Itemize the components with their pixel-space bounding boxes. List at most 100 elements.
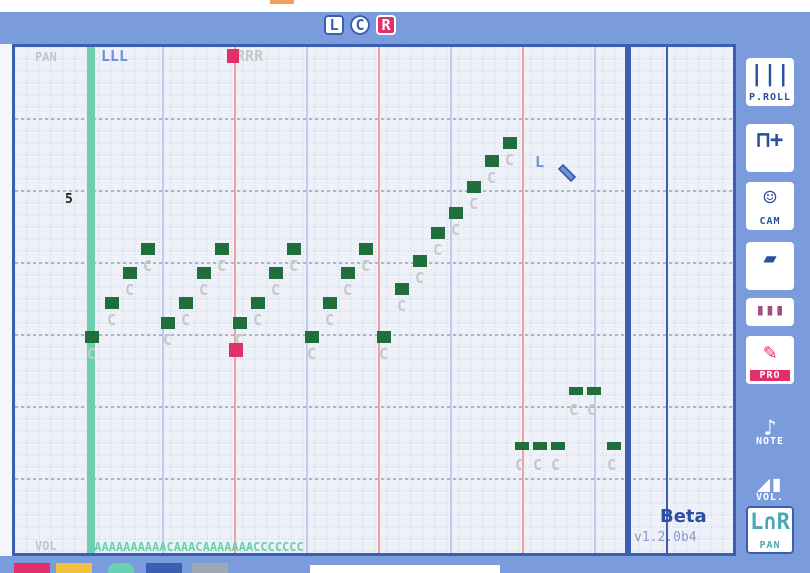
pan-grid-canvas[interactable]: PAN LLL RRRR5VOL CAAAAAAAAAACAAACAAAAAAACCC… bbox=[15, 47, 733, 553]
tool-pro-label: PRO bbox=[750, 370, 790, 381]
note-block bbox=[215, 243, 229, 255]
note-block-low bbox=[569, 387, 583, 395]
note-block bbox=[413, 255, 427, 267]
note-pan-label: C bbox=[143, 257, 152, 275]
note-block bbox=[449, 207, 463, 219]
note-pan-label: C bbox=[433, 241, 442, 259]
pan-icon: L∩R bbox=[750, 510, 790, 535]
note-block bbox=[377, 331, 391, 343]
note-pan-label: C bbox=[343, 281, 352, 299]
note-block bbox=[287, 243, 301, 255]
note-pan-label: C bbox=[397, 297, 406, 315]
top-strip-marker bbox=[270, 0, 294, 4]
note-pan-label: C bbox=[487, 169, 496, 187]
note-pan-label: C bbox=[271, 281, 280, 299]
tool-pan-button[interactable]: L∩R PAN bbox=[746, 506, 794, 554]
note-pan-label: C bbox=[469, 195, 478, 213]
note-pan-label: C bbox=[515, 456, 524, 474]
mode-left-button[interactable]: L bbox=[324, 15, 344, 35]
note-block bbox=[431, 227, 445, 239]
note-block bbox=[485, 155, 499, 167]
note-block bbox=[179, 297, 193, 309]
tool-piano-roll-button[interactable]: ||| P.ROLL bbox=[746, 58, 794, 106]
note-pan-label: C bbox=[607, 456, 616, 474]
note-block bbox=[359, 243, 373, 255]
bottom-tab-blue[interactable] bbox=[146, 563, 182, 573]
palette-icon: ▮▮▮ bbox=[755, 300, 785, 319]
bottom-tab-gray[interactable] bbox=[192, 563, 228, 573]
loop-end-marker bbox=[625, 47, 631, 553]
mode-right-button[interactable]: R bbox=[376, 15, 396, 35]
note-block bbox=[197, 267, 211, 279]
mode-center-button[interactable]: C bbox=[350, 15, 370, 35]
pan-mode-selector: L C R bbox=[324, 15, 396, 35]
note-pan-label: C bbox=[325, 311, 334, 329]
note-block bbox=[105, 297, 119, 309]
note-block bbox=[503, 137, 517, 149]
top-lane-r-marker bbox=[227, 49, 239, 63]
tool-note-label: NOTE bbox=[755, 436, 785, 447]
note-block bbox=[251, 297, 265, 309]
tool-note-add-button[interactable]: ⊓+ bbox=[746, 124, 794, 172]
tool-vol-button[interactable]: ◢▮ VOL. bbox=[746, 468, 794, 506]
tool-eraser-button[interactable]: ▰ bbox=[746, 242, 794, 290]
note-pan-label: C bbox=[125, 281, 134, 299]
tool-note-button[interactable]: ♪ NOTE bbox=[746, 412, 794, 450]
bottom-scroll-track[interactable] bbox=[310, 565, 500, 573]
tool-pro-button[interactable]: ✎ PRO bbox=[746, 336, 794, 384]
note-block bbox=[233, 317, 247, 329]
playhead bbox=[87, 47, 95, 553]
beta-label: Beta bbox=[660, 506, 707, 527]
tool-cam-label: CAM bbox=[759, 216, 781, 227]
bottom-tab-yellow[interactable] bbox=[56, 563, 92, 573]
bottom-tab-pink[interactable] bbox=[14, 563, 50, 573]
tool-cam-button[interactable]: ☺ CAM bbox=[746, 182, 794, 230]
piano-roll-icon: ||| bbox=[750, 62, 790, 87]
note-pan-label: C bbox=[181, 311, 190, 329]
note-block bbox=[85, 331, 99, 343]
bottom-tab-teal[interactable] bbox=[108, 563, 134, 573]
note-block bbox=[323, 297, 337, 309]
note-pan-label: C bbox=[379, 345, 388, 363]
tool-palette-button[interactable]: ▮▮▮ bbox=[746, 298, 794, 326]
note-pan-label: C bbox=[199, 281, 208, 299]
pro-icon: ✎ bbox=[763, 340, 777, 365]
note-pan-label: C bbox=[533, 456, 542, 474]
pan-grid-editor[interactable]: PAN LLL RRRR 5 VOL CAAAAAAAAAACAAACAAAAAAACCC… bbox=[12, 44, 736, 556]
cursor-pan-label: L bbox=[535, 153, 544, 171]
eraser-icon: ▰ bbox=[763, 246, 777, 271]
note-block bbox=[305, 331, 319, 343]
note-pan-label: C bbox=[451, 221, 460, 239]
note-block bbox=[141, 243, 155, 255]
left-ruler bbox=[0, 44, 12, 556]
note-pan-label: C bbox=[569, 401, 578, 419]
note-add-icon: ⊓+ bbox=[756, 128, 784, 153]
pan-label: PAN bbox=[35, 50, 57, 64]
note-block-low bbox=[551, 442, 565, 450]
note-pan-label: C bbox=[415, 269, 424, 287]
beat-marker: 5 bbox=[65, 192, 73, 207]
note-block bbox=[161, 317, 175, 329]
cam-icon: ☺ bbox=[763, 186, 777, 211]
note-block-low bbox=[587, 387, 601, 395]
vol-row: CAAAAAAAAAACAAACAAAAAAACCCCCCC bbox=[87, 540, 304, 553]
note-block-low bbox=[533, 442, 547, 450]
note-pan-label: C bbox=[587, 401, 596, 419]
tool-vol-label: VOL. bbox=[755, 492, 785, 503]
note-block bbox=[467, 181, 481, 193]
note-pan-label: C bbox=[505, 151, 514, 169]
note-block-low bbox=[607, 442, 621, 450]
top-lane-left: LLL bbox=[101, 47, 128, 65]
note-block bbox=[269, 267, 283, 279]
note-pan-label: C bbox=[217, 257, 226, 275]
tool-pan-label: PAN bbox=[759, 540, 781, 551]
tool-sidebar: ||| P.ROLL ⊓+ ☺ CAM ▰ ▮▮▮ ✎ PRO ♪ NOTE ◢▮ VOL. L∩R PAN bbox=[740, 44, 810, 554]
note-block bbox=[123, 267, 137, 279]
note-pan-label: C bbox=[289, 257, 298, 275]
note-pan-label: C bbox=[361, 257, 370, 275]
note-pan-label: C bbox=[551, 456, 560, 474]
note-pan-label: C bbox=[163, 331, 172, 349]
note-pan-label: C bbox=[87, 345, 96, 363]
note-pan-label: C bbox=[107, 311, 116, 329]
version-label: v1.2.0b4 bbox=[634, 530, 697, 545]
